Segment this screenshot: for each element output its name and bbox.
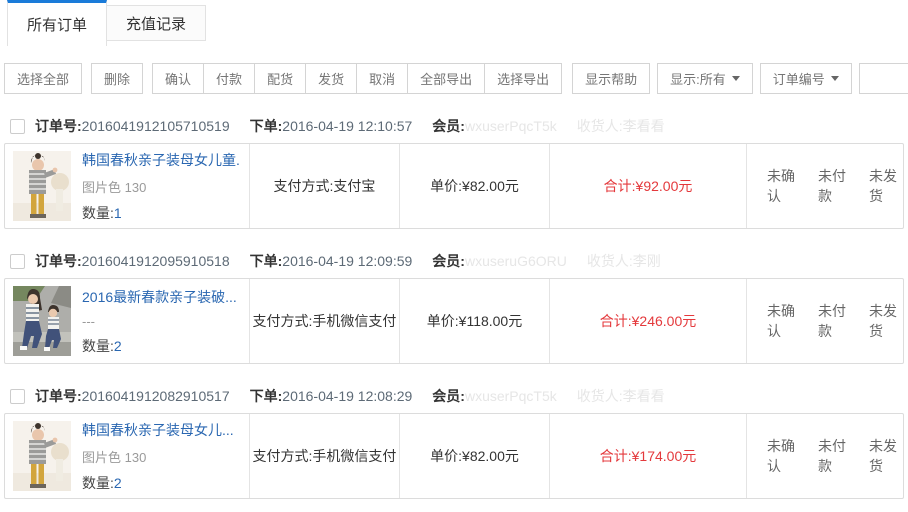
product-cell: 韩国春秋亲子装母女儿童... 图片色 130 数量:1: [5, 144, 249, 228]
placed-value: 2016-04-19 12:09:59: [282, 253, 412, 269]
order-row: 2016最新春款亲子装破... --- 数量:2 支付方式:手机微信支付 单价:…: [4, 278, 904, 364]
member-label: 会员:: [432, 388, 465, 404]
select-all-button[interactable]: 选择全部: [4, 63, 82, 94]
order-search-input[interactable]: [859, 63, 908, 94]
status-unpaid: 未付款: [818, 436, 852, 476]
display-filter-dropdown[interactable]: 显示:所有: [657, 63, 753, 94]
order-checkbox[interactable]: [10, 389, 25, 404]
status-unconfirmed: 未确认: [767, 166, 801, 206]
receiver-value: 收货人:李看看: [577, 116, 665, 136]
status-unpaid: 未付款: [818, 166, 852, 206]
status-cell: 未确认 未付款 未发货: [746, 144, 903, 228]
toolbar: 选择全部 删除 确认 付款 配货 发货 取消 全部导出 选择导出 显示帮助 显示…: [4, 63, 908, 94]
order-checkbox[interactable]: [10, 119, 25, 134]
product-quantity: 数量:1: [82, 203, 240, 223]
product-info: 韩国春秋亲子装母女儿... 图片色 130 数量:2: [82, 420, 234, 493]
order-row: 韩国春秋亲子装母女儿童... 图片色 130 数量:1 支付方式:支付宝 单价:…: [4, 143, 904, 229]
order-actions-group: 确认 付款 配货 发货 取消 全部导出 选择导出: [152, 63, 562, 94]
order-header: 订单号: 2016041912105710519 下单: 2016-04-19 …: [4, 109, 904, 143]
product-variant: 图片色 130: [82, 177, 240, 196]
member-value: wxuseruG6ORU: [465, 253, 567, 269]
chevron-down-icon: [732, 76, 740, 81]
placed-value: 2016-04-19 12:10:57: [282, 118, 412, 134]
chevron-down-icon: [831, 76, 839, 81]
cancel-button[interactable]: 取消: [356, 63, 408, 94]
payment-method-cell: 支付方式:手机微信支付: [249, 414, 399, 498]
product-info: 韩国春秋亲子装母女儿童... 图片色 130 数量:1: [82, 150, 240, 223]
total-cell: 合计:¥246.00元: [549, 279, 746, 363]
status-unshipped: 未发货: [869, 301, 903, 341]
order-header: 订单号: 2016041912082910517 下单: 2016-04-19 …: [4, 379, 904, 413]
export-all-button[interactable]: 全部导出: [407, 63, 485, 94]
product-thumbnail[interactable]: [13, 421, 71, 491]
unit-price-cell: 单价:¥82.00元: [399, 414, 549, 498]
allocate-button[interactable]: 配货: [254, 63, 306, 94]
status-unpaid: 未付款: [818, 301, 852, 341]
placed-label: 下单:: [250, 116, 283, 136]
order-no-value: 2016041912095910518: [82, 253, 230, 269]
status-unconfirmed: 未确认: [767, 436, 801, 476]
status-cell: 未确认 未付款 未发货: [746, 279, 903, 363]
order-no-value: 2016041912082910517: [82, 388, 230, 404]
placed-label: 下单:: [250, 251, 283, 271]
tab-bar: 所有订单 充值记录: [0, 0, 908, 46]
member-label: 会员:: [432, 253, 465, 269]
order-block: 订单号: 2016041912105710519 下单: 2016-04-19 …: [4, 109, 904, 229]
placed-value: 2016-04-19 12:08:29: [282, 388, 412, 404]
placed-label: 下单:: [250, 386, 283, 406]
product-link[interactable]: 韩国春秋亲子装母女儿童...: [82, 150, 240, 170]
tab-recharge-records[interactable]: 充值记录: [106, 5, 206, 41]
status-unconfirmed: 未确认: [767, 301, 801, 341]
receiver-value: 收货人:李看看: [577, 386, 665, 406]
product-quantity: 数量:2: [82, 336, 237, 356]
display-filter-label: 显示:所有: [670, 69, 726, 88]
order-no-label: 订单号:: [35, 251, 82, 271]
ship-button[interactable]: 发货: [305, 63, 357, 94]
product-variant: ---: [82, 314, 237, 329]
member-value: wxuserPqcT5k: [465, 118, 557, 134]
product-quantity: 数量:2: [82, 473, 234, 493]
product-thumbnail[interactable]: [13, 151, 71, 221]
tab-all-orders[interactable]: 所有订单: [7, 0, 107, 46]
pay-button[interactable]: 付款: [203, 63, 255, 94]
order-no-label: 订单号:: [35, 116, 82, 136]
product-cell: 2016最新春款亲子装破... --- 数量:2: [5, 279, 249, 363]
status-cell: 未确认 未付款 未发货: [746, 414, 903, 498]
payment-method-cell: 支付方式:手机微信支付: [249, 279, 399, 363]
order-no-label: 订单号:: [35, 386, 82, 406]
total-cell: 合计:¥174.00元: [549, 414, 746, 498]
unit-price-cell: 单价:¥82.00元: [399, 144, 549, 228]
confirm-button[interactable]: 确认: [152, 63, 204, 94]
order-block: 订单号: 2016041912082910517 下单: 2016-04-19 …: [4, 379, 904, 499]
delete-button[interactable]: 删除: [91, 63, 143, 94]
product-variant: 图片色 130: [82, 447, 234, 466]
payment-method-cell: 支付方式:支付宝: [249, 144, 399, 228]
product-cell: 韩国春秋亲子装母女儿... 图片色 130 数量:2: [5, 414, 249, 498]
member-label: 会员:: [432, 118, 465, 134]
order-block: 订单号: 2016041912095910518 下单: 2016-04-19 …: [4, 244, 904, 364]
toolbar-right: 显示:所有 订单编号: [650, 63, 908, 94]
order-checkbox[interactable]: [10, 254, 25, 269]
status-unshipped: 未发货: [869, 166, 903, 206]
order-header: 订单号: 2016041912095910518 下单: 2016-04-19 …: [4, 244, 904, 278]
show-help-button[interactable]: 显示帮助: [572, 63, 650, 94]
export-selected-button[interactable]: 选择导出: [484, 63, 562, 94]
product-thumbnail[interactable]: [13, 286, 71, 356]
unit-price-cell: 单价:¥118.00元: [399, 279, 549, 363]
order-no-value: 2016041912105710519: [82, 118, 230, 134]
product-link[interactable]: 2016最新春款亲子装破...: [82, 287, 237, 307]
status-unshipped: 未发货: [869, 436, 903, 476]
total-cell: 合计:¥92.00元: [549, 144, 746, 228]
search-type-label: 订单编号: [773, 69, 825, 88]
product-link[interactable]: 韩国春秋亲子装母女儿...: [82, 420, 234, 440]
search-type-dropdown[interactable]: 订单编号: [760, 63, 852, 94]
member-value: wxuserPqcT5k: [465, 388, 557, 404]
receiver-value: 收货人:李刚: [587, 251, 661, 271]
order-row: 韩国春秋亲子装母女儿... 图片色 130 数量:2 支付方式:手机微信支付 单…: [4, 413, 904, 499]
product-info: 2016最新春款亲子装破... --- 数量:2: [82, 287, 237, 356]
